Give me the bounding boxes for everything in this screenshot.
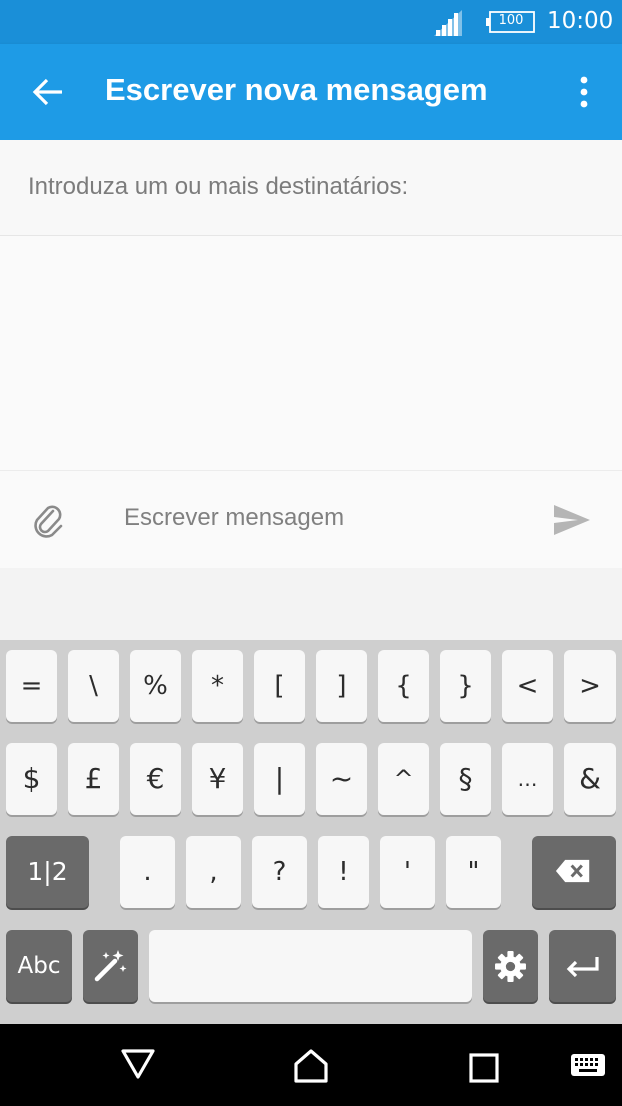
- battery-level: 100: [498, 13, 524, 28]
- key[interactable]: >: [564, 650, 616, 722]
- arrow-left-icon[interactable]: [28, 72, 68, 112]
- key[interactable]: =: [6, 650, 57, 722]
- key[interactable]: ^: [378, 743, 429, 815]
- message-input[interactable]: Escrever mensagem: [124, 504, 344, 532]
- key[interactable]: §: [440, 743, 491, 815]
- backspace-icon: [555, 859, 590, 883]
- paperclip-icon[interactable]: [30, 501, 66, 541]
- key[interactable]: .: [120, 836, 175, 908]
- keyboard-icon[interactable]: [570, 1053, 606, 1077]
- key[interactable]: ": [446, 836, 501, 908]
- key[interactable]: ,: [186, 836, 241, 908]
- nav-recents-icon[interactable]: [469, 1053, 499, 1083]
- key[interactable]: %: [130, 650, 181, 722]
- key[interactable]: ]: [316, 650, 367, 722]
- keyboard-suggestion-strip: [0, 568, 622, 640]
- signal-icon: [434, 10, 462, 36]
- backspace-key[interactable]: [532, 836, 616, 908]
- key[interactable]: ¥: [192, 743, 243, 815]
- key[interactable]: <: [502, 650, 553, 722]
- key[interactable]: }: [440, 650, 491, 722]
- magic-wand-key[interactable]: [83, 930, 138, 1002]
- app-bar: Escrever nova mensagem: [0, 44, 622, 140]
- key[interactable]: $: [6, 743, 57, 815]
- enter-icon: [566, 957, 599, 978]
- key[interactable]: £: [68, 743, 119, 815]
- page-title: Escrever nova mensagem: [105, 72, 488, 107]
- conversation-area: [0, 236, 622, 470]
- page-switch-key[interactable]: 1|2: [6, 836, 89, 908]
- magic-wand-icon: [94, 950, 127, 982]
- nav-home-icon[interactable]: [293, 1048, 329, 1084]
- key[interactable]: ?: [252, 836, 307, 908]
- key[interactable]: !: [318, 836, 369, 908]
- abc-key[interactable]: Abc: [6, 930, 72, 1002]
- key[interactable]: [: [254, 650, 305, 722]
- key[interactable]: ': [380, 836, 435, 908]
- clock: 10:00: [547, 8, 614, 34]
- send-icon[interactable]: [552, 503, 592, 537]
- key[interactable]: ~: [316, 743, 367, 815]
- key[interactable]: &: [564, 743, 616, 815]
- settings-key[interactable]: [483, 930, 538, 1002]
- key[interactable]: {: [378, 650, 429, 722]
- key[interactable]: |: [254, 743, 305, 815]
- navigation-bar: [0, 1024, 622, 1106]
- nav-back-icon[interactable]: [120, 1048, 156, 1080]
- recipients-field[interactable]: Introduza um ou mais destinatários:: [0, 140, 622, 236]
- key[interactable]: \: [68, 650, 119, 722]
- message-composer: Escrever mensagem: [0, 470, 622, 568]
- gear-icon: [495, 951, 526, 982]
- key[interactable]: *: [192, 650, 243, 722]
- recipients-placeholder: Introduza um ou mais destinatários:: [28, 173, 409, 200]
- key[interactable]: €: [130, 743, 181, 815]
- enter-key[interactable]: [549, 930, 616, 1002]
- more-vert-icon[interactable]: [566, 72, 602, 112]
- status-bar: 100 10:00: [0, 0, 622, 44]
- keyboard: = \ % * [ ] { } < > $ £ € ¥ | ~ ^ § … & …: [0, 640, 622, 1024]
- space-key[interactable]: [149, 930, 472, 1002]
- key[interactable]: …: [502, 743, 553, 815]
